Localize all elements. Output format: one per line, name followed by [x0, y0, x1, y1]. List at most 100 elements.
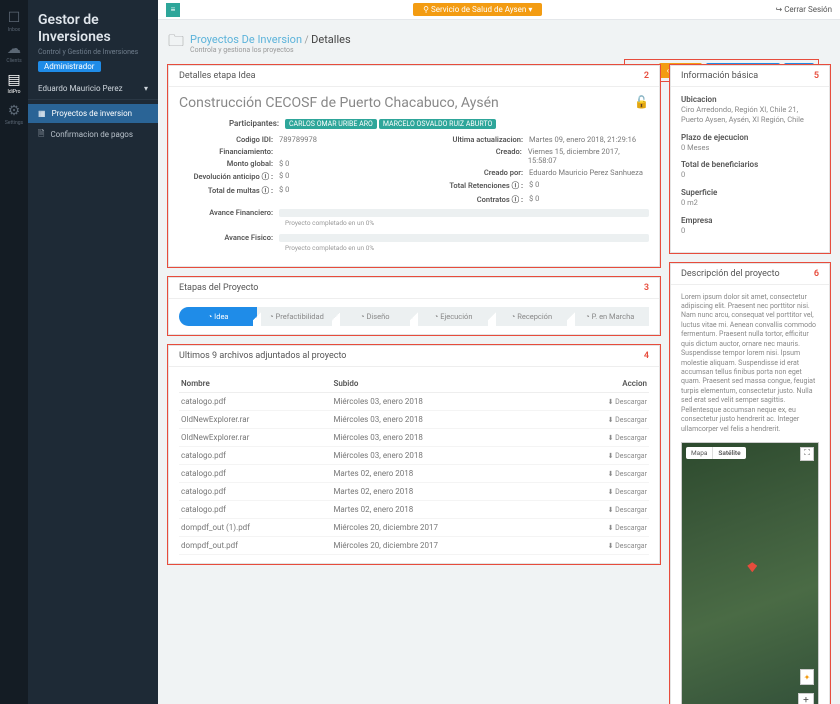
project-title: Construcción CECOSF de Puerto Chacabuco,…: [179, 95, 499, 111]
participant-tag[interactable]: CARLOS OMAR URIBE ARO: [285, 119, 377, 129]
field-label: Ultima actualizacion:: [429, 135, 529, 144]
map[interactable]: MapaSatélite ⛶ ✦ +− Google Condiciones d…: [681, 442, 819, 704]
topbar: ≡ ⚲ Servicio de Salud de Aysen ▾ ↪ Cerra…: [158, 0, 840, 20]
user-dropdown[interactable]: Eduardo Mauricio Perez ▾: [28, 78, 158, 100]
download-link[interactable]: ⬇ Descargar: [608, 506, 647, 514]
field-label: Financiamiento:: [179, 147, 279, 156]
rail-inbox-icon[interactable]: ☐Inbox: [8, 10, 21, 33]
unlock-icon[interactable]: 🔓: [634, 95, 649, 111]
file-row: dompdf_out.pdfMiércoles 20, diciembre 20…: [179, 537, 649, 555]
map-type-toggle[interactable]: MapaSatélite: [686, 447, 746, 459]
col-action: Accion: [558, 375, 649, 393]
file-name: catalogo.pdf: [179, 393, 331, 411]
file-date: Miércoles 20, diciembre 2017: [331, 537, 558, 555]
download-link[interactable]: ⬇ Descargar: [608, 524, 647, 532]
breadcrumb-root[interactable]: Proyectos De Inversion: [190, 33, 302, 46]
desc-panel: Descripción del proyecto6 Lorem ipsum do…: [670, 263, 830, 704]
field-value: $ 0: [529, 180, 539, 191]
field-label: Contratos ⓘ :: [429, 194, 529, 205]
stage-idea[interactable]: ◔ Idea: [179, 307, 257, 326]
field-value: $ 0: [279, 185, 289, 196]
nav-proyectos[interactable]: ▦ Proyectos de inversion: [28, 104, 158, 123]
map-fullscreen-icon[interactable]: ⛶: [800, 447, 814, 461]
info-panel: Información básica5 UbicacionCiro Arredo…: [670, 65, 830, 253]
file-date: Miércoles 03, enero 2018: [331, 411, 558, 429]
info-header: Información básica: [681, 71, 758, 81]
stage-prefactibilidad[interactable]: ◔ Prefactibilidad: [257, 307, 335, 326]
rail-settings-icon[interactable]: ⚙Settings: [5, 103, 23, 126]
file-name: catalogo.pdf: [179, 483, 331, 501]
files-panel: Ultimos 9 archivos adjuntados al proyect…: [168, 345, 660, 564]
file-row: OldNewExplorer.rarMiércoles 03, enero 20…: [179, 411, 649, 429]
file-name: dompdf_out (1).pdf: [179, 519, 331, 537]
field-value: 789789978: [279, 135, 317, 144]
field-value: $ 0: [279, 159, 289, 168]
marker-2: 2: [644, 71, 649, 81]
info-value: 0 m2: [681, 198, 819, 208]
stage-recepción[interactable]: ◔ Recepción: [492, 307, 570, 326]
detail-header: Detalles etapa Idea: [179, 71, 256, 81]
stage-p. en marcha[interactable]: ◔ P. en Marcha: [571, 307, 649, 326]
field-value: $ 0: [529, 194, 539, 205]
download-link[interactable]: ⬇ Descargar: [608, 416, 647, 424]
breadcrumb: 🗀 Proyectos De Inversion / Detalles Cont…: [168, 30, 830, 57]
folder-icon: 🗀: [168, 30, 184, 57]
stage-diseño[interactable]: ◔ Diseño: [336, 307, 414, 326]
info-value: 0: [681, 170, 819, 180]
info-value: 0 Meses: [681, 143, 819, 153]
file-name: catalogo.pdf: [179, 465, 331, 483]
field-label: Devolución anticipo ⓘ :: [179, 171, 279, 182]
file-name: catalogo.pdf: [179, 501, 331, 519]
map-pegman-icon[interactable]: ✦: [800, 669, 814, 685]
org-badge[interactable]: ⚲ Servicio de Salud de Aysen ▾: [413, 3, 542, 16]
menu-toggle-icon[interactable]: ≡: [166, 3, 180, 17]
download-link[interactable]: ⬇ Descargar: [608, 488, 647, 496]
file-row: catalogo.pdfMartes 02, enero 2018⬇ Desca…: [179, 465, 649, 483]
role-badge: Administrador: [38, 61, 101, 72]
adv-fis-bar: [279, 234, 649, 242]
download-link[interactable]: ⬇ Descargar: [608, 542, 647, 550]
participants-label: Participantes:: [179, 119, 279, 128]
field-label: Total Retenciones ⓘ :: [429, 180, 529, 191]
map-pin-icon: [747, 562, 757, 572]
download-link[interactable]: ⬇ Descargar: [608, 452, 647, 460]
file-row: catalogo.pdfMartes 02, enero 2018⬇ Desca…: [179, 483, 649, 501]
file-row: catalogo.pdfMartes 02, enero 2018⬇ Desca…: [179, 501, 649, 519]
rail-idipro-icon[interactable]: ▤IdiPro: [7, 72, 20, 95]
app-tagline: Control y Gestión de Inversiones: [38, 48, 138, 56]
icon-rail: ☐Inbox ☁Clients ▤IdiPro ⚙Settings: [0, 0, 28, 704]
field-label: Codigo IDI:: [179, 135, 279, 144]
nav-confirmacion[interactable]: 🗎 Confirmacion de pagos: [28, 123, 158, 147]
adv-fin-label: Avance Financiero:: [179, 208, 279, 217]
sidebar-nav: ▦ Proyectos de inversion 🗎 Confirmacion …: [28, 104, 158, 147]
info-value: Ciro Arredondo, Región XI, Chile 21, Pue…: [681, 105, 819, 125]
rail-clients-icon[interactable]: ☁Clients: [6, 41, 21, 64]
field-value: $ 0: [279, 171, 289, 182]
adv-fin-bar: [279, 209, 649, 217]
brand: Gestor de Inversiones Control y Gestión …: [28, 0, 158, 78]
file-date: Miércoles 20, diciembre 2017: [331, 519, 558, 537]
file-name: dompdf_out.pdf: [179, 537, 331, 555]
field-label: Creado:: [429, 147, 528, 165]
participant-tag[interactable]: MARCELO OSVALDO RUIZ ABURTO: [379, 119, 496, 129]
info-label: Total de beneficiarios: [681, 160, 819, 169]
stage-ejecución[interactable]: ◔ Ejecución: [414, 307, 492, 326]
map-zoom[interactable]: +−: [798, 693, 814, 704]
stages-header: Etapas del Proyecto: [179, 283, 258, 293]
adv-fis-sub: Proyecto completado en un 0%: [285, 244, 649, 252]
stages-panel: Etapas del Proyecto3 ◔ Idea◔ Prefactibil…: [168, 277, 660, 335]
col-name: Nombre: [179, 375, 331, 393]
download-link[interactable]: ⬇ Descargar: [608, 398, 647, 406]
file-date: Miércoles 03, enero 2018: [331, 429, 558, 447]
file-row: dompdf_out (1).pdfMiércoles 20, diciembr…: [179, 519, 649, 537]
breadcrumb-sub: Controla y gestiona los proyectos: [190, 46, 351, 54]
download-link[interactable]: ⬇ Descargar: [608, 434, 647, 442]
info-label: Plazo de ejecucion: [681, 133, 819, 142]
adv-fis-label: Avance Fisico:: [179, 233, 279, 242]
download-link[interactable]: ⬇ Descargar: [608, 470, 647, 478]
logout-link[interactable]: ↪ Cerrar Sesión: [776, 5, 833, 14]
file-row: catalogo.pdfMiércoles 03, enero 2018⬇ De…: [179, 393, 649, 411]
file-name: OldNewExplorer.rar: [179, 411, 331, 429]
info-value: 0: [681, 226, 819, 236]
field-label: Total de multas ⓘ :: [179, 185, 279, 196]
